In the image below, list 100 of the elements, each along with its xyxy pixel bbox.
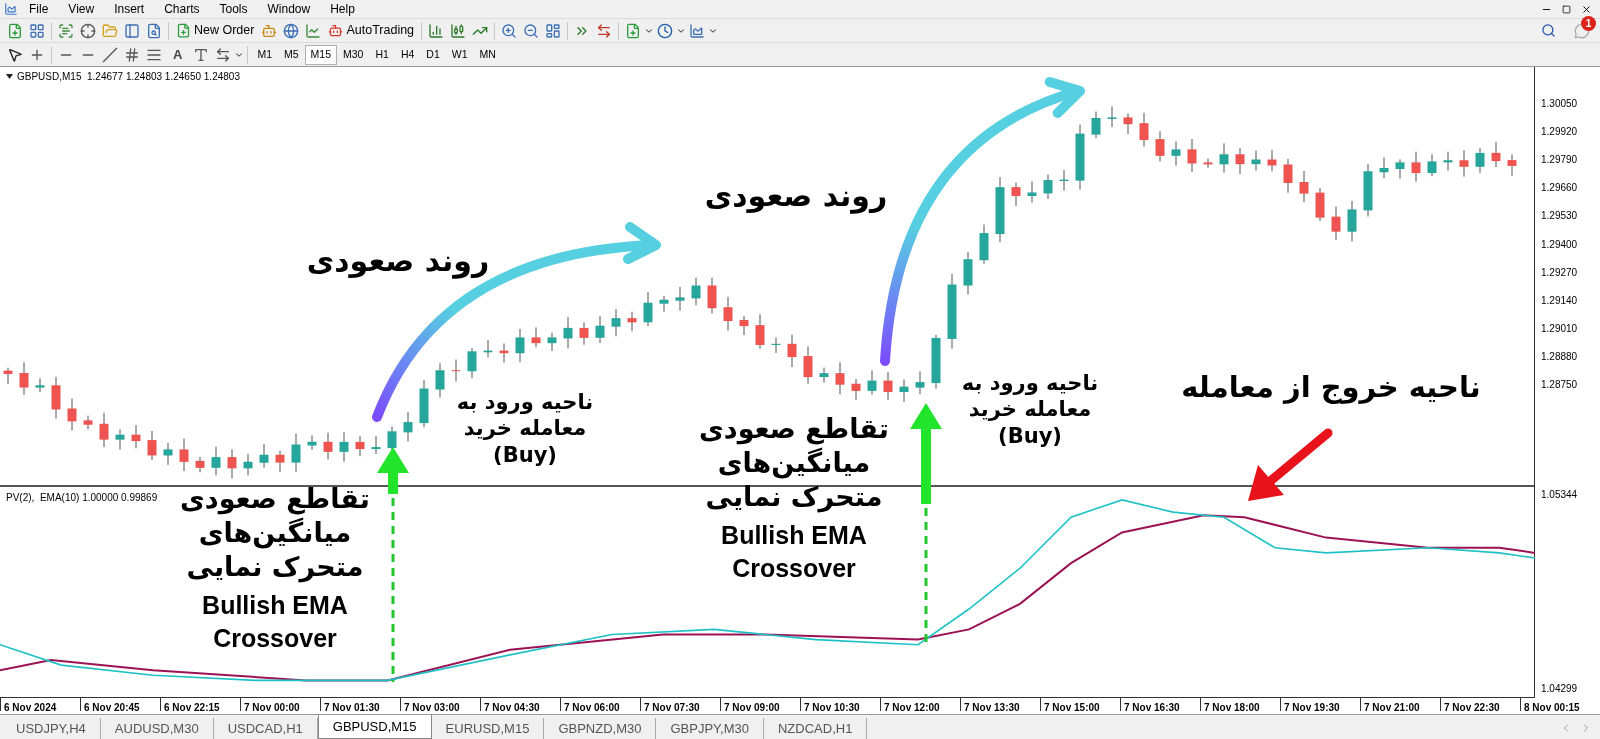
time-label: 7 Nov 06:00	[564, 702, 620, 713]
search-icon[interactable]	[1541, 23, 1556, 38]
timeframe-button[interactable]: M15	[304, 44, 337, 65]
collapse-caret-icon[interactable]	[6, 74, 13, 79]
candlestick	[1283, 158, 1293, 194]
candlestick	[291, 433, 301, 473]
candlestick	[483, 339, 493, 358]
candlestick	[995, 176, 1005, 243]
indicator-header: PV(2), EMA(10) 1.00000 0.99869	[6, 491, 158, 505]
timeframe-button[interactable]: D1	[420, 44, 446, 65]
candlestick	[467, 347, 477, 379]
candlestick	[1363, 163, 1373, 218]
candlestick	[611, 308, 621, 337]
time-label: 7 Nov 09:00	[724, 702, 780, 713]
candlestick	[227, 448, 237, 479]
candlestick	[563, 316, 573, 349]
price-label: 1.29140	[1541, 293, 1578, 308]
annotation-text: تقاطع صعودی میانگین‌های متحرک نمایی	[180, 482, 370, 584]
price-label: 1.30050	[1541, 97, 1578, 111]
candlestick	[179, 438, 189, 472]
candlestick	[1171, 141, 1181, 167]
chart-tab[interactable]: GBPNZD,M30	[544, 718, 657, 739]
candlestick	[371, 435, 381, 455]
candlestick	[1379, 156, 1389, 179]
chart-tab[interactable]: EURUSD,M15	[431, 718, 545, 739]
menu-item[interactable]: Help	[321, 0, 364, 18]
candlestick	[883, 371, 893, 401]
annotation-text: روند صعودی	[704, 177, 888, 215]
candlestick	[419, 379, 429, 428]
price-label: 1.29920	[1541, 125, 1578, 140]
candlestick	[1155, 130, 1165, 163]
timeframe-button[interactable]: W1	[445, 44, 474, 65]
price-label: 1.28750	[1541, 378, 1578, 392]
chart-tab[interactable]: NZDCAD,H1	[764, 718, 868, 739]
timeframe-button[interactable]: M1	[251, 44, 278, 65]
time-label: 7 Nov 13:30	[964, 702, 1020, 713]
candlestick	[963, 251, 973, 295]
candlestick	[1475, 147, 1485, 174]
notification-badge: 1	[1581, 15, 1596, 31]
price-label: 1.29660	[1541, 181, 1578, 196]
robot-icon	[328, 23, 344, 38]
menu-item[interactable]: Tools	[210, 0, 257, 18]
price-label: 1.29530	[1541, 209, 1578, 224]
time-label: 6 Nov 20:45	[84, 702, 140, 713]
price-label: 1.28880	[1541, 349, 1578, 364]
time-label: 8 Nov 00:15	[1524, 702, 1580, 713]
candlestick	[323, 432, 333, 460]
chart-header: GBPUSD,M15 1.24677 1.24803 1.24650 1.24803	[17, 70, 240, 84]
candlestick	[675, 286, 685, 312]
candlestick	[899, 379, 909, 403]
autotrading-button[interactable]: AutoTrading	[324, 20, 419, 41]
close-icon[interactable]	[1581, 3, 1592, 15]
candlestick	[659, 295, 669, 313]
restore-icon[interactable]	[1562, 4, 1571, 14]
time-label: 7 Nov 21:00	[1364, 702, 1420, 713]
candlestick	[1139, 112, 1149, 147]
text-tool[interactable]: A	[165, 44, 191, 65]
timeframe-button[interactable]: M5	[278, 44, 305, 65]
candlestick	[691, 277, 701, 306]
candlestick	[579, 321, 589, 346]
candlestick	[803, 345, 813, 385]
time-label: 7 Nov 10:30	[804, 702, 860, 713]
timeframe-button[interactable]: M30	[337, 44, 370, 65]
chart-tab[interactable]: AUDUSD,M30	[100, 718, 214, 739]
candlestick	[931, 334, 941, 390]
timeframe-button[interactable]: H1	[369, 44, 395, 65]
candlestick	[835, 361, 845, 395]
timeframe-button[interactable]: H4	[394, 44, 421, 65]
chart-tab[interactable]: USDCAD,H1	[213, 718, 318, 739]
time-label: 6 Nov 2024	[4, 702, 57, 713]
candlestick	[1203, 158, 1213, 169]
annotation-text: تقاطع صعودی میانگین‌های متحرک نمایی	[699, 412, 889, 514]
chart-tab[interactable]: GBPUSD,M15	[317, 715, 432, 739]
timeframe-button[interactable]: MN	[473, 44, 502, 65]
candlestick	[1347, 200, 1357, 243]
app-icon	[4, 2, 18, 16]
candlestick	[195, 456, 205, 473]
menu-item[interactable]: File	[20, 0, 58, 18]
candlestick	[499, 343, 509, 364]
price-label: 1.05344	[1541, 488, 1578, 502]
candlestick	[531, 326, 541, 348]
candlestick	[1059, 169, 1069, 192]
new-order-button[interactable]: New Order	[172, 20, 259, 41]
menu-item[interactable]: Charts	[155, 0, 209, 18]
candlestick	[1427, 153, 1437, 177]
candlestick	[1459, 149, 1469, 178]
chart-tab[interactable]: USDJPY,H4	[2, 718, 101, 739]
candlestick	[1091, 111, 1101, 139]
candlestick	[51, 376, 61, 420]
chart-tab[interactable]: GBPJPY,M30	[656, 718, 764, 739]
candlestick	[1267, 149, 1277, 172]
candlestick	[1187, 138, 1197, 173]
candlestick	[595, 315, 605, 344]
menu-item[interactable]: Insert	[105, 0, 154, 18]
candlestick	[211, 446, 221, 476]
menu-item[interactable]: Window	[258, 0, 320, 18]
candlestick	[707, 277, 717, 314]
candlestick	[67, 397, 77, 432]
menu-item[interactable]: View	[59, 0, 104, 18]
time-label: 7 Nov 22:30	[1444, 702, 1500, 713]
